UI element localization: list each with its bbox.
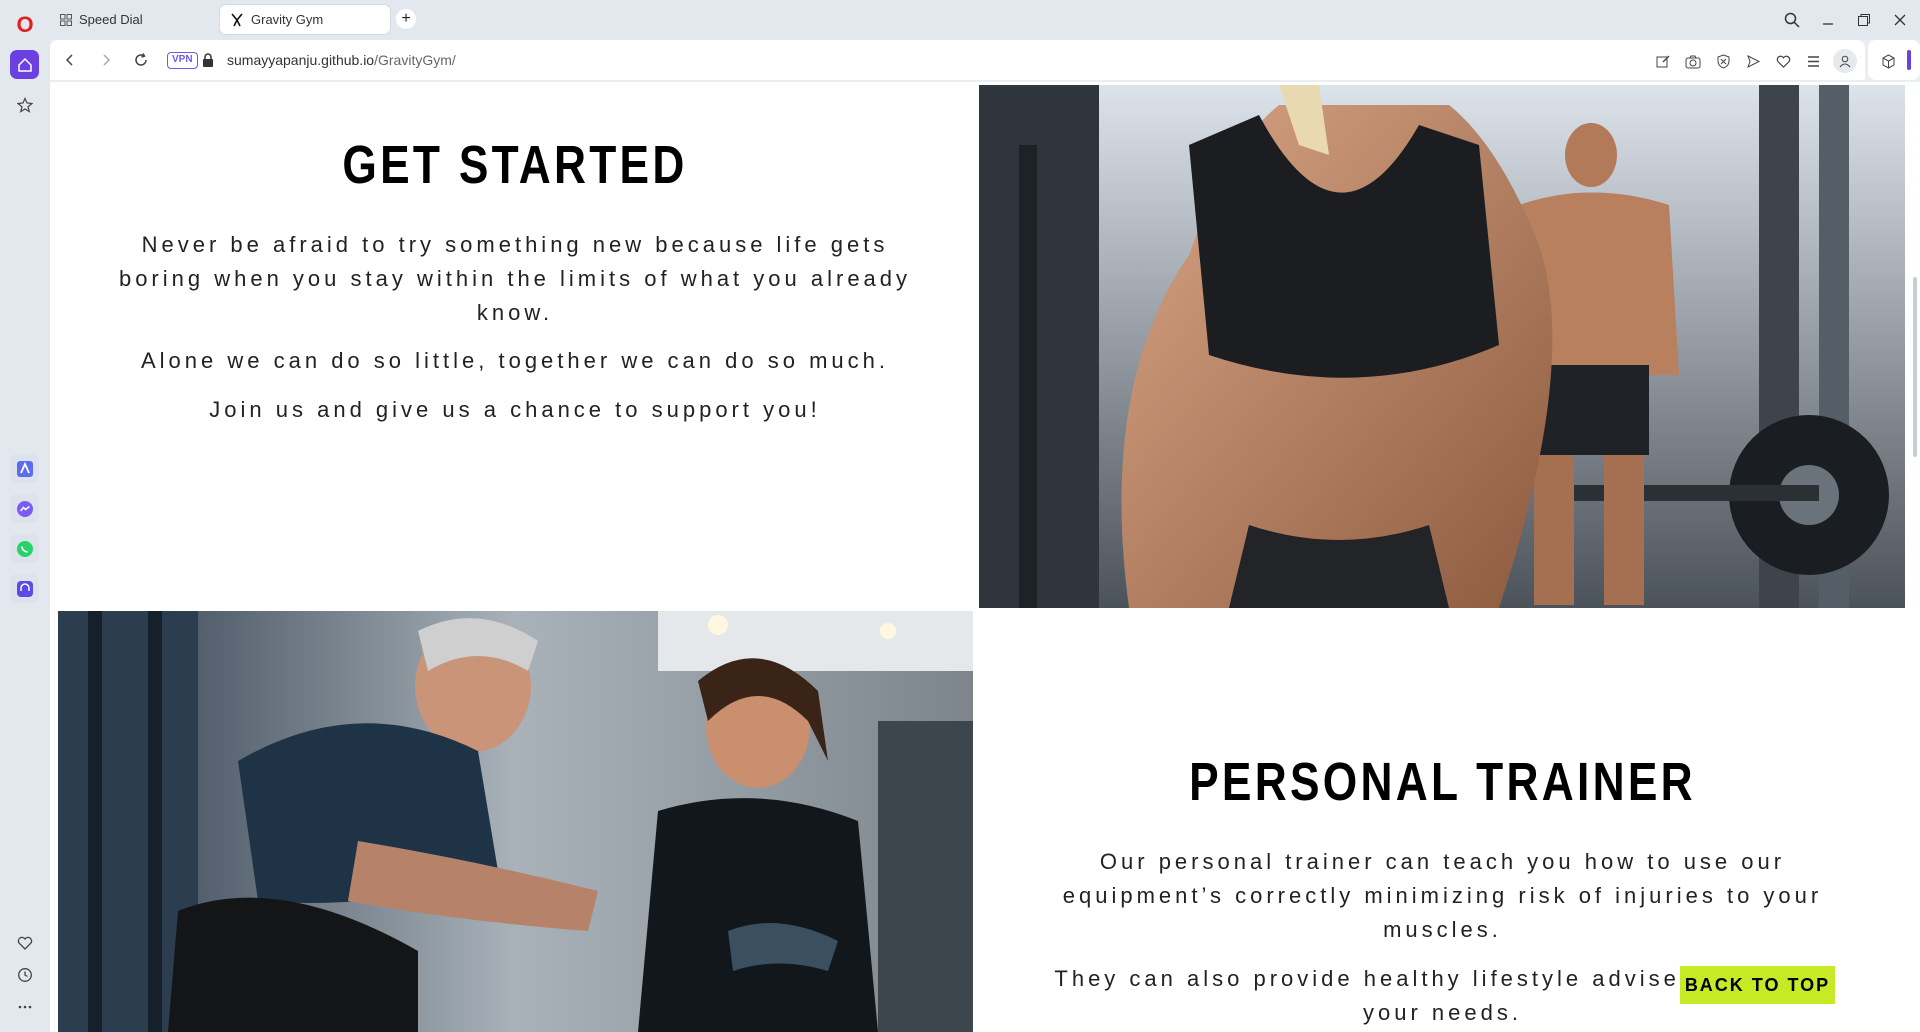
reload-icon xyxy=(135,53,147,66)
address-bar: VPN sumayyapanju.github.io/GravityGym/ xyxy=(50,40,1865,80)
speed-dial-icon xyxy=(60,13,72,26)
tab-label: Speed Dial xyxy=(79,12,143,27)
vpn-badge[interactable]: VPN xyxy=(167,52,198,69)
sidebar-item-home[interactable] xyxy=(10,50,39,79)
sidebar-item-messenger[interactable] xyxy=(10,494,39,523)
heart-icon xyxy=(17,936,32,950)
opera-logo-icon[interactable]: O xyxy=(10,10,40,40)
scrollbar-thumb[interactable] xyxy=(1913,277,1917,457)
gym-favicon-icon xyxy=(231,12,243,26)
home-icon xyxy=(17,57,32,72)
plus-icon: + xyxy=(401,10,411,27)
whatsapp-icon xyxy=(16,540,33,557)
reload-button[interactable] xyxy=(131,50,151,70)
page-viewport: GET STARTED Never be afraid to try somet… xyxy=(50,82,1910,1032)
tab-label: Gravity Gym xyxy=(251,12,324,27)
star-icon xyxy=(16,96,33,113)
sidebar-item-pinboards[interactable] xyxy=(10,90,39,119)
sidebar-item-favorites[interactable] xyxy=(10,928,39,957)
ad-blocker-icon[interactable] xyxy=(1713,51,1733,71)
sidebar-item-music-player[interactable] xyxy=(10,574,39,603)
page-scrollbar[interactable] xyxy=(1910,82,1920,1032)
close-icon[interactable] xyxy=(1888,8,1912,32)
easy-setup-icon[interactable] xyxy=(1803,51,1823,71)
sidebar-item-whatsapp[interactable] xyxy=(10,534,39,563)
tab-strip: O Speed Dial Gravity Gym + xyxy=(0,0,1920,40)
back-to-top-button[interactable]: BACK TO TOP xyxy=(1680,966,1835,1004)
snapshot-edit-icon[interactable] xyxy=(1653,51,1673,71)
sidebar-item-more[interactable] xyxy=(10,992,39,1021)
extensions-area xyxy=(1868,40,1920,80)
chevron-right-icon xyxy=(103,54,111,66)
lock-icon xyxy=(203,53,213,67)
get-started-paragraph-3: Join us and give us a chance to support … xyxy=(209,397,821,422)
get-started-paragraph-2: Alone we can do so little, together we c… xyxy=(141,348,889,373)
aria-icon xyxy=(16,460,33,477)
new-tab-button[interactable]: + xyxy=(396,9,416,29)
personal-trainer-paragraph-1: Our personal trainer can teach you how t… xyxy=(1062,849,1823,942)
extensions-cube-icon[interactable] xyxy=(1878,51,1898,71)
search-tabs-icon[interactable] xyxy=(1780,8,1804,32)
get-started-title: GET STARTED xyxy=(342,135,688,195)
url-path: /GravityGym/ xyxy=(374,52,456,68)
restore-icon[interactable] xyxy=(1852,8,1876,32)
sidebar xyxy=(0,40,50,1032)
tab-speed-dial[interactable]: Speed Dial xyxy=(50,5,215,34)
forward-button[interactable] xyxy=(96,50,116,70)
sidebar-item-aria[interactable] xyxy=(10,454,39,483)
back-button[interactable] xyxy=(60,50,80,70)
trainer-client-photo xyxy=(58,611,973,1032)
history-icon xyxy=(17,967,32,982)
trainer-client-illustration xyxy=(58,611,973,1032)
more-icon xyxy=(18,1005,31,1008)
personal-trainer-title: PERSONAL TRAINER xyxy=(1189,752,1696,812)
get-started-paragraph-1: Never be afraid to try something new bec… xyxy=(118,232,912,325)
minimize-icon[interactable] xyxy=(1816,8,1840,32)
url-field[interactable]: sumayyapanju.github.io/GravityGym/ xyxy=(227,52,456,68)
messenger-icon xyxy=(16,500,33,517)
tab-gravity-gym[interactable]: Gravity Gym xyxy=(220,5,390,34)
send-icon[interactable] xyxy=(1743,51,1763,71)
heart-icon[interactable] xyxy=(1773,51,1793,71)
music-player-icon xyxy=(16,580,33,597)
camera-icon[interactable] xyxy=(1683,51,1703,71)
chevron-left-icon xyxy=(65,54,73,66)
get-started-section: GET STARTED Never be afraid to try somet… xyxy=(58,82,972,604)
sidebar-toggle-indicator[interactable] xyxy=(1907,50,1911,70)
profile-icon[interactable] xyxy=(1833,49,1857,73)
athlete-woman-illustration xyxy=(979,85,1905,608)
athlete-woman-photo xyxy=(979,85,1905,608)
sidebar-item-history[interactable] xyxy=(10,960,39,989)
url-domain: sumayyapanju.github.io xyxy=(227,52,375,68)
